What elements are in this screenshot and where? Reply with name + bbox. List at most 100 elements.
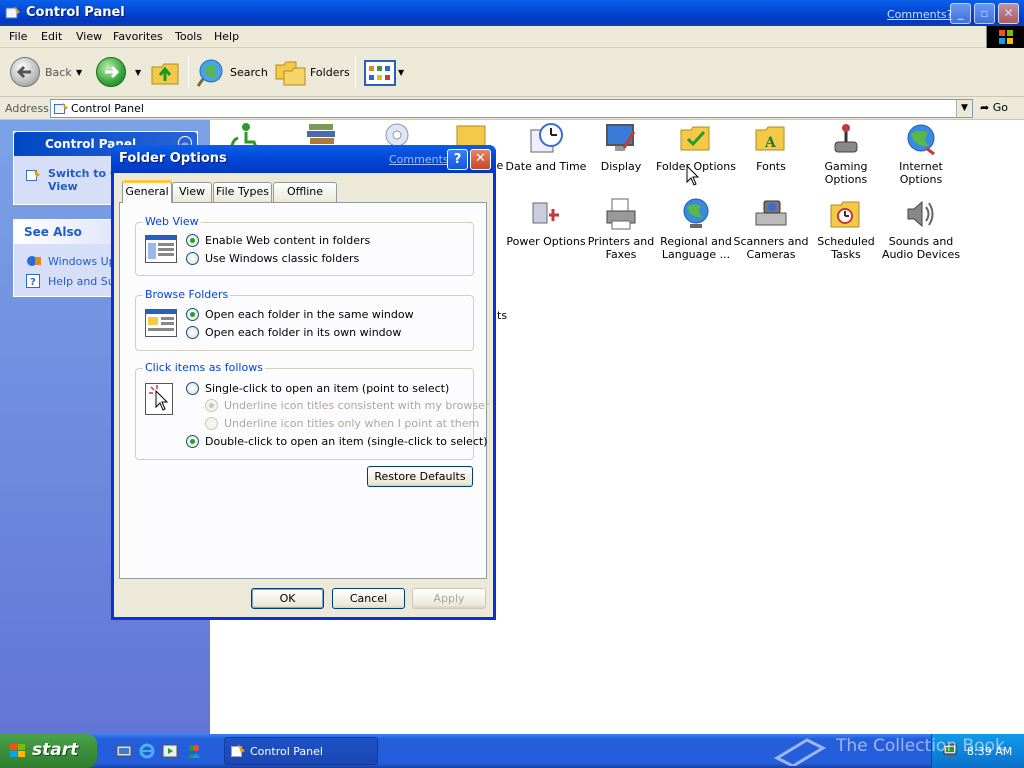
control-panel-icon <box>231 744 245 757</box>
search-button-label[interactable]: Search <box>230 66 268 79</box>
display-item[interactable]: Display <box>579 122 663 173</box>
restore-defaults-button[interactable]: Restore Defaults <box>367 466 473 487</box>
watermark-book-icon <box>773 738 827 766</box>
web-view-group: Web View Enable Web content in folders U… <box>135 215 474 276</box>
tab-view[interactable]: View <box>172 182 212 202</box>
item-label: Scheduled <box>817 235 875 248</box>
windows-messenger-icon[interactable] <box>186 743 202 759</box>
forward-arrow-icon[interactable] <box>96 57 126 87</box>
item-label: Options <box>899 173 943 186</box>
radio-selected[interactable] <box>186 234 199 247</box>
radio-label: Single-click to open an item (point to s… <box>205 382 450 395</box>
sounds-icon <box>907 200 934 228</box>
views-icon[interactable] <box>364 60 396 86</box>
menu-favorites[interactable]: Favorites <box>113 30 163 43</box>
partial-label: ts <box>497 309 508 322</box>
windows-logo <box>986 26 1024 48</box>
dialog-title: Folder Options <box>119 151 227 166</box>
dialog-comments-link[interactable]: Comments? <box>389 153 454 166</box>
internet-options-item[interactable]: Internet Options <box>879 122 963 186</box>
regional-language-item[interactable]: Regional and Language ... <box>654 197 738 261</box>
item-label: Faxes <box>605 248 637 261</box>
up-folder-icon[interactable] <box>150 57 182 87</box>
click-items-group: Click items as follows Single-click to o… <box>135 361 489 460</box>
sounds-audio-item[interactable]: Sounds and Audio Devices <box>879 197 963 261</box>
windows-update-icon <box>27 256 41 266</box>
taskbar-control-panel-button[interactable]: Control Panel <box>224 737 378 765</box>
cancel-button[interactable]: Cancel <box>332 588 405 609</box>
folder-options-icon <box>680 126 710 151</box>
internet-explorer-icon[interactable] <box>139 743 155 759</box>
web-view-icon <box>145 235 177 263</box>
radio-label: Double-click to open an item (single-cli… <box>205 435 488 448</box>
minimize-button[interactable]: _ <box>950 3 971 24</box>
item-label: Scanners and <box>733 235 809 248</box>
svg-text:A: A <box>764 135 777 151</box>
close-button[interactable]: ✕ <box>998 3 1019 24</box>
maximize-button[interactable]: ▫ <box>974 3 995 24</box>
radio-selected[interactable] <box>186 308 199 321</box>
radio-disabled-selected <box>205 399 218 412</box>
fonts-icon: A <box>755 126 785 151</box>
switch-view-link-line1[interactable]: Switch to C <box>48 167 118 180</box>
radio-unselected[interactable] <box>186 382 199 395</box>
gaming-options-item[interactable]: Gaming Options <box>804 122 888 186</box>
item-label: Date and Time <box>505 160 587 173</box>
back-button-label[interactable]: Back <box>45 66 72 79</box>
address-input[interactable]: Control Panel ▼ <box>50 99 973 118</box>
radio-selected[interactable] <box>186 435 199 448</box>
scheduled-tasks-item[interactable]: Scheduled Tasks <box>804 197 888 261</box>
windows-flag-icon <box>999 30 1013 44</box>
general-tab-panel: Web View Enable Web content in folders U… <box>119 202 489 579</box>
item-label: Language ... <box>661 248 731 261</box>
folders-button-label[interactable]: Folders <box>310 66 350 79</box>
menu-help[interactable]: Help <box>214 30 239 43</box>
tab-file-types[interactable]: File Types <box>213 182 272 202</box>
svg-text:?: ? <box>30 277 36 288</box>
scheduled-tasks-icon <box>830 201 860 228</box>
power-options-item[interactable]: Power Options <box>504 197 588 248</box>
go-button[interactable]: ➦ Go <box>980 101 1008 114</box>
tab-offline-files[interactable]: Offline Files <box>273 182 337 216</box>
address-dropdown-icon[interactable]: ▼ <box>956 100 972 117</box>
scanners-cameras-item[interactable]: Scanners and Cameras <box>729 197 813 261</box>
menu-view[interactable]: View <box>76 30 102 43</box>
address-value: Control Panel <box>71 102 144 115</box>
go-button-label: Go <box>992 101 1008 114</box>
start-button[interactable]: start <box>0 734 97 768</box>
media-player-icon[interactable] <box>162 743 178 759</box>
date-time-item[interactable]: Date and Time <box>504 122 588 173</box>
switch-view-link-line2[interactable]: View <box>48 180 78 193</box>
menu-file[interactable]: File <box>9 30 27 43</box>
show-desktop-icon[interactable] <box>116 743 132 759</box>
ok-button[interactable]: OK <box>251 588 324 609</box>
scanners-icon <box>755 200 787 226</box>
printers-faxes-item[interactable]: Printers and Faxes <box>579 197 663 261</box>
apply-button[interactable]: Apply <box>412 588 486 609</box>
item-label: Audio Devices <box>881 248 961 261</box>
tab-general[interactable]: General <box>122 180 172 203</box>
dialog-help-button[interactable]: ? <box>447 149 468 170</box>
radio-unselected[interactable] <box>186 326 199 339</box>
dialog-close-button[interactable]: ✕ <box>470 149 491 170</box>
group-label: Browse Folders <box>143 288 231 301</box>
radio-label: Open each folder in its own window <box>205 326 402 339</box>
item-label: Tasks <box>831 248 861 261</box>
fonts-item[interactable]: A Fonts <box>729 122 813 173</box>
switch-view-icon <box>26 168 40 181</box>
printers-icon <box>606 198 636 230</box>
item-label: Fonts <box>756 160 786 173</box>
back-arrow-icon[interactable] <box>10 57 40 87</box>
menu-tools[interactable]: Tools <box>175 30 202 43</box>
forward-dropdown-icon[interactable]: ▼ <box>135 68 141 77</box>
folders-icon[interactable] <box>274 57 308 87</box>
radio-unselected[interactable] <box>186 252 199 265</box>
radio-disabled <box>205 417 218 430</box>
browse-folders-group: Browse Folders Open each folder in the s… <box>135 288 474 351</box>
menu-edit[interactable]: Edit <box>41 30 62 43</box>
search-icon[interactable] <box>196 57 228 89</box>
views-dropdown-icon[interactable]: ▼ <box>398 68 404 77</box>
comments-link[interactable]: Comments? <box>887 8 952 21</box>
back-dropdown-icon[interactable]: ▼ <box>76 68 82 77</box>
windows-flag-icon <box>10 744 25 757</box>
